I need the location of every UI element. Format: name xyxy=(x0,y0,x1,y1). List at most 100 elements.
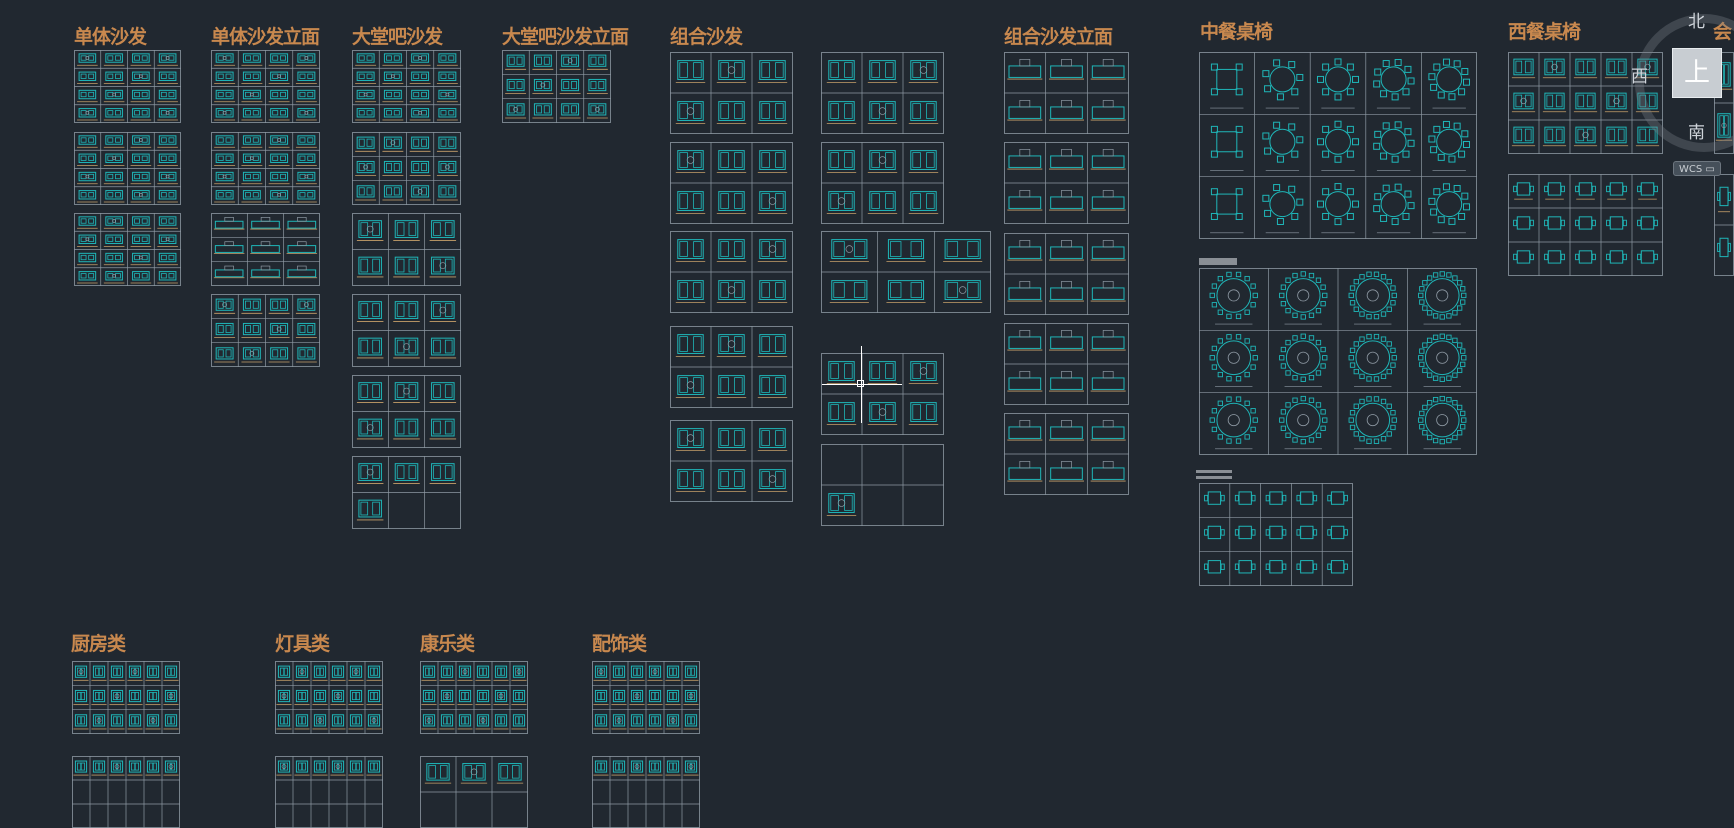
furniture-block-grid[interactable] xyxy=(352,213,461,286)
viewcube[interactable]: 北 西 南 上 WCS ▭ xyxy=(1625,0,1734,176)
furniture-block-grid[interactable] xyxy=(275,661,383,734)
block-grid-svg xyxy=(1199,483,1353,586)
furniture-block-grid[interactable] xyxy=(1004,142,1129,224)
furniture-block-grid[interactable] xyxy=(211,294,320,367)
wcs-menu-button[interactable]: WCS ▭ xyxy=(1673,161,1721,176)
furniture-symbol xyxy=(757,60,788,83)
furniture-symbol xyxy=(73,665,89,681)
furniture-symbol xyxy=(157,234,178,247)
furniture-block-grid[interactable] xyxy=(1199,52,1477,239)
furniture-block-grid[interactable] xyxy=(821,353,944,435)
furniture-symbol xyxy=(611,760,627,776)
furniture-symbol xyxy=(436,136,458,152)
furniture-block-grid[interactable] xyxy=(592,756,700,828)
furniture-symbol xyxy=(716,334,747,357)
furniture-symbol xyxy=(757,375,788,398)
furniture-symbol xyxy=(103,252,125,266)
furniture-symbol xyxy=(505,54,527,70)
furniture-symbol xyxy=(1007,330,1043,351)
furniture-symbol xyxy=(1348,333,1397,387)
furniture-block-grid[interactable] xyxy=(420,661,528,734)
furniture-block-grid[interactable] xyxy=(352,132,461,205)
furniture-symbol xyxy=(867,191,898,214)
furniture-symbol xyxy=(348,689,364,706)
furniture-symbol xyxy=(393,382,420,403)
furniture-symbol xyxy=(91,714,107,730)
furniture-symbol xyxy=(356,337,384,359)
furniture-block-grid[interactable] xyxy=(1199,483,1353,586)
furniture-block-grid[interactable] xyxy=(821,142,944,224)
furniture-block-grid[interactable] xyxy=(670,52,793,134)
furniture-symbol xyxy=(214,71,236,84)
furniture-block-grid[interactable] xyxy=(670,142,793,224)
furniture-block-grid[interactable] xyxy=(670,326,793,408)
furniture-block-grid[interactable] xyxy=(670,420,793,502)
furniture-block-grid[interactable] xyxy=(352,50,461,123)
furniture-block-grid[interactable] xyxy=(72,661,180,734)
furniture-block-grid[interactable] xyxy=(592,661,700,734)
furniture-symbol xyxy=(109,714,125,730)
furniture-symbol xyxy=(1262,184,1304,234)
furniture-symbol xyxy=(683,665,699,681)
furniture-block-grid[interactable] xyxy=(1004,413,1129,495)
block-grid-svg xyxy=(1004,52,1129,134)
furniture-block-grid[interactable] xyxy=(211,50,320,123)
furniture-block-grid[interactable] xyxy=(352,456,461,529)
furniture-symbol xyxy=(330,665,346,681)
compass-west-label[interactable]: 西 xyxy=(1631,62,1648,87)
furniture-symbol xyxy=(1606,250,1627,264)
drawing-canvas[interactable]: 单体沙发 单体沙发立面 大堂吧沙发 大堂吧沙发立面 组合沙发 组合沙发立面 中餐… xyxy=(0,0,1734,828)
furniture-block-grid[interactable] xyxy=(821,444,944,526)
furniture-symbol xyxy=(130,108,152,121)
furniture-symbol xyxy=(73,714,89,730)
furniture-symbol xyxy=(393,418,420,440)
furniture-symbol xyxy=(213,217,245,230)
furniture-symbol xyxy=(1049,330,1084,351)
furniture-symbol xyxy=(1637,182,1658,200)
furniture-block-grid[interactable] xyxy=(1714,174,1734,276)
compass-north-label[interactable]: 北 xyxy=(1688,7,1705,32)
furniture-symbol xyxy=(241,347,263,363)
furniture-symbol xyxy=(393,256,420,278)
furniture-block-grid[interactable] xyxy=(211,132,320,205)
furniture-block-grid[interactable] xyxy=(1199,268,1477,455)
furniture-block-grid[interactable] xyxy=(211,213,320,286)
furniture-symbol xyxy=(355,108,377,121)
furniture-symbol xyxy=(130,89,152,103)
furniture-block-grid[interactable] xyxy=(670,231,793,313)
compass-south-label[interactable]: 南 xyxy=(1688,118,1705,143)
furniture-symbol xyxy=(647,665,663,681)
furniture-symbol xyxy=(409,108,431,121)
furniture-block-grid[interactable] xyxy=(74,50,181,123)
block-grid-svg xyxy=(670,52,793,134)
furniture-block-grid[interactable] xyxy=(821,231,991,313)
furniture-block-grid[interactable] xyxy=(74,132,181,205)
furniture-block-grid[interactable] xyxy=(74,213,181,286)
furniture-block-grid[interactable] xyxy=(420,756,528,828)
furniture-symbol xyxy=(1316,120,1360,171)
furniture-block-grid[interactable] xyxy=(1004,52,1129,134)
furniture-symbol xyxy=(1049,59,1084,80)
furniture-block-grid[interactable] xyxy=(352,375,461,448)
furniture-symbol xyxy=(421,665,437,681)
furniture-block-grid[interactable] xyxy=(1508,174,1663,276)
furniture-symbol xyxy=(1542,58,1567,79)
furniture-symbol xyxy=(130,53,152,66)
furniture-symbol xyxy=(1049,371,1084,392)
viewcube-top-face[interactable]: 上 xyxy=(1672,48,1722,98)
furniture-block-grid[interactable] xyxy=(502,50,611,123)
furniture-symbol xyxy=(1544,182,1565,200)
furniture-symbol xyxy=(505,103,527,119)
furniture-block-grid[interactable] xyxy=(821,52,944,134)
furniture-block-grid[interactable] xyxy=(1004,323,1129,405)
furniture-block-grid[interactable] xyxy=(352,294,461,367)
furniture-symbol xyxy=(103,171,125,185)
furniture-block-grid[interactable] xyxy=(275,756,383,828)
furniture-symbol xyxy=(268,153,290,166)
furniture-symbol xyxy=(1049,240,1084,261)
furniture-block-grid[interactable] xyxy=(72,756,180,828)
furniture-symbol xyxy=(241,108,263,121)
furniture-symbol xyxy=(493,714,509,730)
furniture-block-grid[interactable] xyxy=(1004,233,1129,315)
furniture-symbol xyxy=(355,185,377,201)
